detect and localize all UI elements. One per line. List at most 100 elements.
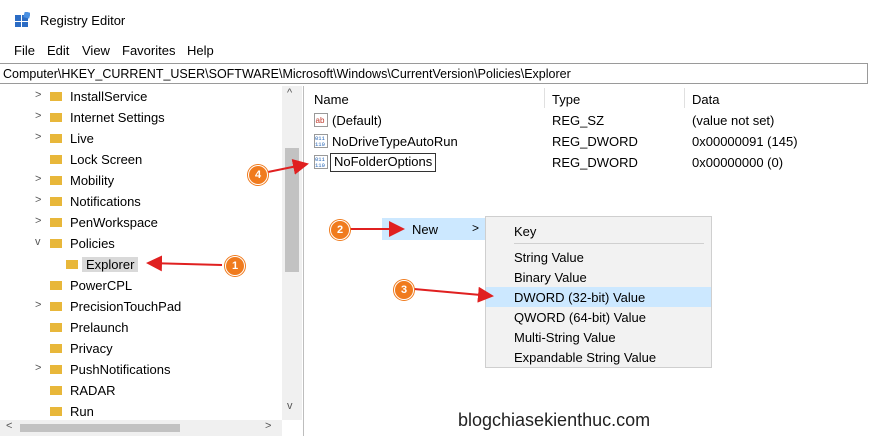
value-row-nofolderoptions[interactable]: 011 110 NoFolderOptions REG_DWORD 0x0000…: [304, 152, 864, 173]
tree-item-pushnotifications[interactable]: > PushNotifications: [0, 359, 282, 380]
folder-icon: [50, 323, 62, 332]
address-path[interactable]: Computer\HKEY_CURRENT_USER\SOFTWARE\Micr…: [3, 67, 571, 81]
tree-item-lock-screen[interactable]: Lock Screen: [0, 149, 282, 170]
context-menu-new[interactable]: New >: [382, 218, 486, 240]
submenu-item-label: DWORD (32-bit) Value: [514, 290, 646, 305]
tree-item-powercpl[interactable]: PowerCPL: [0, 275, 282, 296]
tree-item-label: PushNotifications: [70, 362, 171, 377]
column-divider[interactable]: [684, 88, 685, 108]
tree-item-run[interactable]: Run: [0, 401, 282, 422]
expand-chevron-icon[interactable]: >: [35, 194, 41, 206]
tree-item-label: Notifications: [70, 194, 141, 209]
binary-value-icon: 011 110: [314, 155, 328, 169]
tree-item-prelaunch[interactable]: Prelaunch: [0, 317, 282, 338]
tree-item-mobility[interactable]: > Mobility: [0, 170, 282, 191]
column-header-data[interactable]: Data: [692, 92, 719, 107]
submenu-item-multi-string-value[interactable]: Multi-String Value: [486, 327, 711, 347]
scrollbar-thumb[interactable]: [20, 424, 180, 432]
submenu-item-label: QWORD (64-bit) Value: [514, 310, 646, 325]
expand-chevron-icon[interactable]: >: [35, 131, 41, 143]
value-data: 0x00000000 (0): [692, 155, 784, 170]
menu-bar: File Edit View Favorites Help: [0, 40, 870, 62]
folder-icon: [50, 386, 62, 395]
folder-icon: [50, 344, 62, 353]
tree-item-label: Lock Screen: [70, 152, 143, 167]
submenu-item-label: Binary Value: [514, 270, 587, 285]
tree-item-label: Run: [70, 404, 94, 419]
folder-icon: [50, 218, 62, 227]
folder-icon: [66, 260, 78, 269]
scroll-down-arrow-icon[interactable]: v: [287, 400, 293, 412]
tree-item-live[interactable]: > Live: [0, 128, 282, 149]
folder-icon: [50, 197, 62, 206]
column-header-type[interactable]: Type: [552, 92, 580, 107]
submenu-item-string-value[interactable]: String Value: [486, 247, 711, 267]
submenu-separator: [514, 243, 704, 244]
tree-item-penworkspace[interactable]: > PenWorkspace: [0, 212, 282, 233]
value-name: NoDriveTypeAutoRun: [332, 134, 458, 149]
folder-icon: [50, 407, 62, 416]
folder-icon: [50, 281, 62, 290]
tree-item-notifications[interactable]: > Notifications: [0, 191, 282, 212]
expand-chevron-icon[interactable]: >: [35, 362, 41, 374]
folder-icon: [50, 134, 62, 143]
tree-item-radar[interactable]: RADAR: [0, 380, 282, 401]
menu-favorites[interactable]: Favorites: [122, 43, 175, 58]
tree-item-internet-settings[interactable]: > Internet Settings: [0, 107, 282, 128]
scroll-left-arrow-icon[interactable]: <: [6, 420, 12, 432]
expand-chevron-icon[interactable]: >: [35, 215, 41, 227]
expand-chevron-icon[interactable]: >: [35, 89, 41, 101]
key-tree-pane: > InstallService > Internet Settings > L…: [0, 86, 304, 436]
scroll-up-arrow-icon[interactable]: ^: [287, 87, 292, 99]
tree-item-label: PenWorkspace: [70, 215, 158, 230]
svg-text:ab: ab: [316, 116, 325, 125]
submenu-item-qword-value[interactable]: QWORD (64-bit) Value: [486, 307, 711, 327]
menu-help[interactable]: Help: [187, 43, 214, 58]
tree-item-label: Privacy: [70, 341, 113, 356]
submenu-item-key[interactable]: Key: [486, 221, 711, 241]
folder-icon: [50, 365, 62, 374]
tree-item-precisiontouchpad[interactable]: > PrecisionTouchPad: [0, 296, 282, 317]
tree-vertical-scrollbar[interactable]: ^ v: [282, 86, 302, 420]
menu-edit[interactable]: Edit: [47, 43, 69, 58]
scroll-right-arrow-icon[interactable]: >: [265, 420, 271, 432]
watermark-text: blogchiasekienthuc.com: [458, 410, 651, 430]
value-row-nodrivetypeautorun[interactable]: 011 110 NoDriveTypeAutoRun REG_DWORD 0x0…: [304, 131, 864, 152]
tree-item-label: Explorer: [82, 257, 139, 272]
collapse-chevron-icon[interactable]: v: [35, 236, 41, 248]
tree-horizontal-scrollbar[interactable]: < >: [0, 420, 282, 436]
step-badge-1: 1: [225, 256, 245, 276]
tree-item-label: PowerCPL: [70, 278, 133, 293]
value-row-default[interactable]: ab (Default) REG_SZ (value not set): [304, 110, 864, 131]
address-bar[interactable]: Computer\HKEY_CURRENT_USER\SOFTWARE\Micr…: [0, 63, 868, 84]
folder-icon: [50, 302, 62, 311]
column-header-name[interactable]: Name: [314, 92, 349, 107]
window-title: Registry Editor: [40, 13, 126, 28]
submenu-item-label: Multi-String Value: [514, 330, 616, 345]
tree-item-label: Live: [70, 131, 94, 146]
value-name-edit-field[interactable]: NoFolderOptions: [330, 153, 437, 172]
tree-item-installservice[interactable]: > InstallService: [0, 86, 282, 107]
tree-item-policies[interactable]: v Policies: [0, 233, 282, 254]
step-badge-4: 4: [248, 165, 268, 185]
value-name: (Default): [332, 113, 382, 128]
submenu-item-dword-value[interactable]: DWORD (32-bit) Value: [486, 287, 711, 307]
column-divider[interactable]: [544, 88, 545, 108]
menu-view[interactable]: View: [82, 43, 110, 58]
submenu-item-expandable-string-value[interactable]: Expandable String Value: [486, 347, 711, 367]
step-badge-3: 3: [394, 280, 414, 300]
expand-chevron-icon[interactable]: >: [35, 299, 41, 311]
scrollbar-thumb[interactable]: [285, 148, 299, 272]
expand-chevron-icon[interactable]: >: [35, 110, 41, 122]
new-submenu: Key String Value Binary Value DWORD (32-…: [485, 216, 712, 368]
menu-file[interactable]: File: [14, 43, 35, 58]
string-value-icon: ab: [314, 113, 328, 127]
value-type: REG_SZ: [552, 113, 605, 128]
submenu-item-label: String Value: [514, 250, 584, 265]
svg-text:110: 110: [315, 162, 325, 169]
tree-item-privacy[interactable]: Privacy: [0, 338, 282, 359]
submenu-item-binary-value[interactable]: Binary Value: [486, 267, 711, 287]
expand-chevron-icon[interactable]: >: [35, 173, 41, 185]
tree-item-label: InstallService: [70, 89, 148, 104]
submenu-item-label: Expandable String Value: [514, 350, 657, 365]
